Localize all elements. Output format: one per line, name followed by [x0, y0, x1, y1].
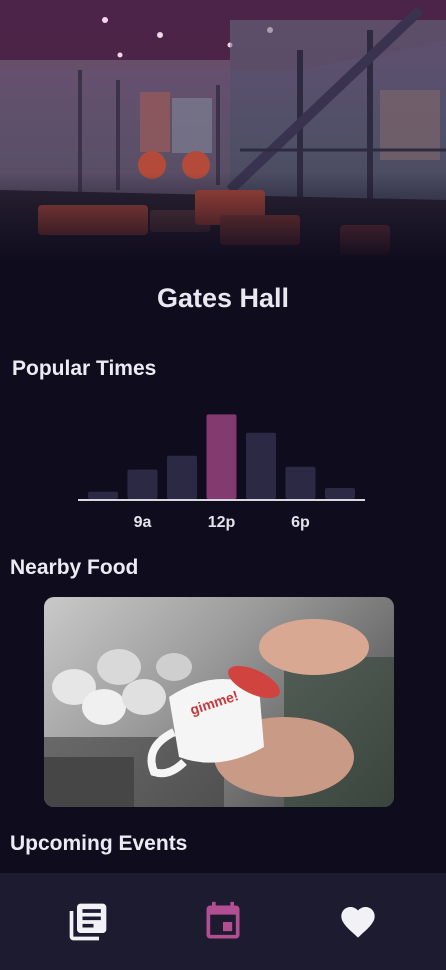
popular-times-heading: Popular Times	[12, 357, 157, 380]
popular-times-chart: 9a 12p 6p	[0, 395, 446, 545]
food-photo: gimme!	[44, 619, 394, 807]
nav-favorites-button[interactable]	[328, 892, 388, 952]
list-icon	[69, 903, 106, 940]
nearby-food-heading: Nearby Food	[10, 556, 139, 579]
tick-label-12p: 12p	[208, 514, 236, 531]
bar-8p	[325, 487, 355, 499]
calendar-icon	[206, 901, 240, 938]
building-title: Gates Hall	[156, 283, 290, 313]
upcoming-events-heading: Upcoming Events	[10, 832, 188, 855]
bar-9a	[127, 469, 158, 499]
nearby-food-card[interactable]: gimme!	[44, 597, 394, 807]
bar-2p	[246, 432, 276, 499]
building-hero-image	[0, 0, 446, 262]
tick-label-9a: 9a	[134, 514, 152, 531]
nav-list-button[interactable]	[58, 892, 118, 952]
nav-calendar-button[interactable]	[193, 892, 253, 952]
bar-6p	[285, 466, 316, 499]
bar-12p	[206, 414, 237, 499]
bar-7a	[88, 491, 118, 499]
tick-label-6p: 6p	[291, 514, 310, 531]
bar-10a	[167, 455, 197, 499]
heart-icon	[341, 906, 375, 938]
bottom-navigation	[0, 873, 446, 970]
